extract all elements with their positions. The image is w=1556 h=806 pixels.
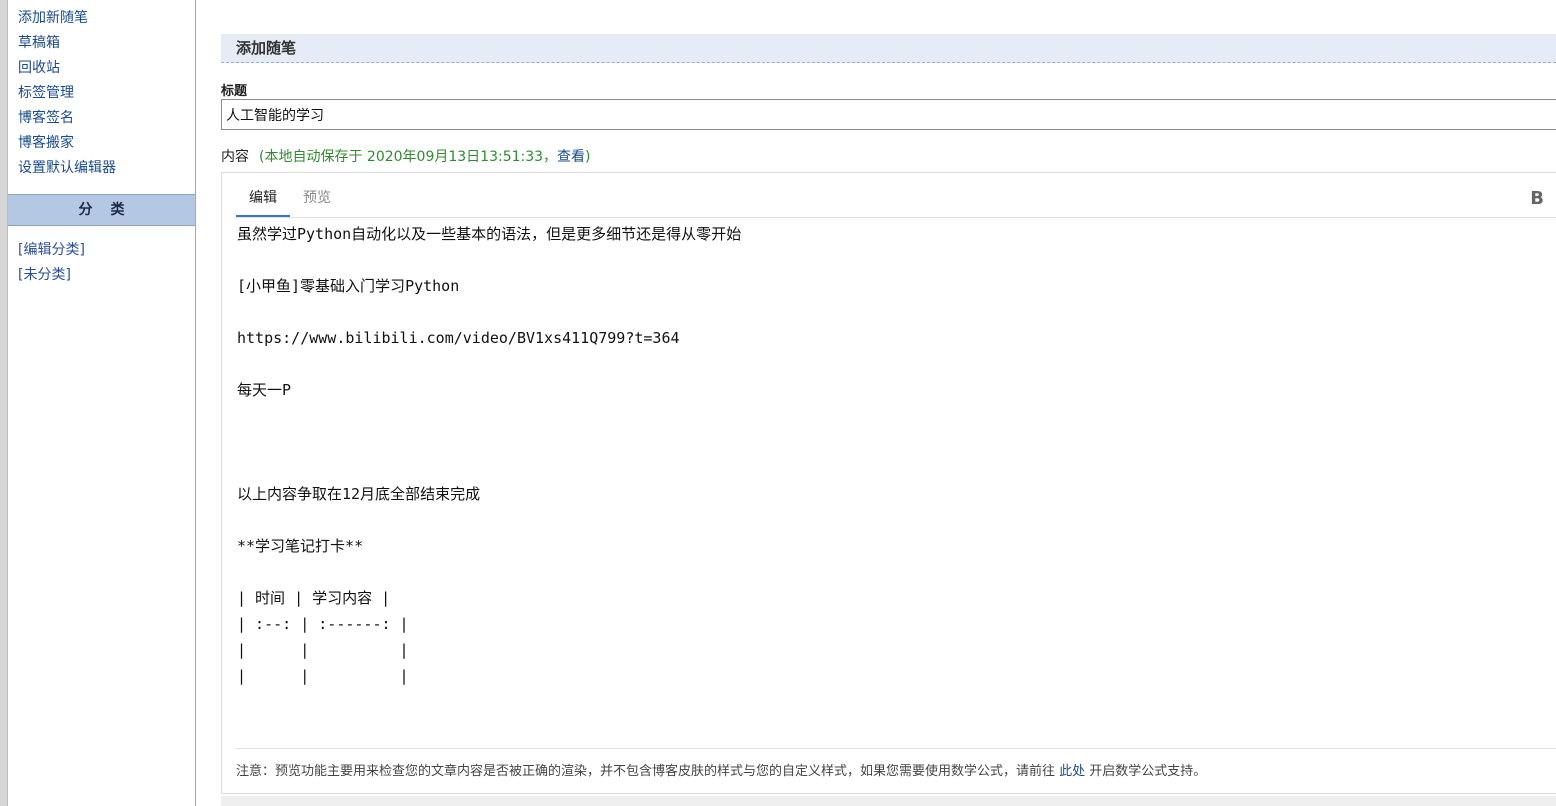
editor-textarea[interactable]: 虽然学过Python自动化以及一些基本的语法，但是更多细节还是得从零开始 [小甲… <box>237 221 741 689</box>
sidebar-item-add-post: 添加新随笔 <box>18 6 195 31</box>
sidebar-link-tag-management[interactable]: 标签管理 <box>18 85 74 101</box>
sidebar-nav: 添加新随笔 草稿箱 回收站 标签管理 博客签名 博客搬家 设置默认编辑器 <box>8 0 195 181</box>
sidebar-item-drafts: 草稿箱 <box>18 31 195 56</box>
category-list: [编辑分类] [未分类] <box>18 238 85 288</box>
preview-note: 注意：预览功能主要用来检查您的文章内容是否被正确的渲染，并不包含博客皮肤的样式与… <box>236 760 1206 779</box>
category-header: 分类 <box>8 194 195 226</box>
sidebar-link-drafts[interactable]: 草稿箱 <box>18 35 60 51</box>
sidebar-link-add-post[interactable]: 添加新随笔 <box>18 10 88 26</box>
markdown-editor: 编辑 预览 B 虽然学过Python自动化以及一些基本的语法，但是更多细节还是得从… <box>221 172 1556 794</box>
edit-categories-link[interactable]: [编辑分类] <box>18 242 85 258</box>
tab-divider <box>236 217 1556 218</box>
sidebar-link-blog-migration[interactable]: 博客搬家 <box>18 135 74 151</box>
sidebar-item-default-editor: 设置默认编辑器 <box>18 156 195 181</box>
content-label-row: 内容 (本地自动保存于 2020年09月13日13:51:33，查看) <box>221 146 591 166</box>
preview-note-suffix: 开启数学公式支持。 <box>1085 764 1207 779</box>
sidebar-item-blog-migration: 博客搬家 <box>18 131 195 156</box>
tab-preview[interactable]: 预览 <box>290 183 344 215</box>
blog-admin-page: 添加新随笔 草稿箱 回收站 标签管理 博客签名 博客搬家 设置默认编辑器 分类 … <box>0 0 1556 806</box>
tab-edit[interactable]: 编辑 <box>236 183 290 217</box>
left-scroll-strip <box>0 0 8 806</box>
note-divider <box>236 748 1556 749</box>
page-title: 添加随笔 <box>221 34 1556 63</box>
editor-tabs: 编辑 预览 <box>236 183 344 217</box>
math-support-link[interactable]: 此处 <box>1059 764 1085 779</box>
sidebar-item-recycle-bin: 回收站 <box>18 56 195 81</box>
autosave-close-paren: ) <box>585 149 591 165</box>
content-label: 内容 <box>221 149 249 165</box>
autosave-status: (本地自动保存于 2020年09月13日13:51:33，查看) <box>259 149 591 165</box>
sidebar: 添加新随笔 草稿箱 回收站 标签管理 博客签名 博客搬家 设置默认编辑器 分类 … <box>8 0 196 806</box>
title-input[interactable] <box>221 99 1556 130</box>
uncategorized-link[interactable]: [未分类] <box>18 267 71 283</box>
category-item-edit: [编辑分类] <box>18 238 85 263</box>
sidebar-item-tag-management: 标签管理 <box>18 81 195 106</box>
view-autosave-link[interactable]: 查看 <box>557 149 585 165</box>
autosave-text: (本地自动保存于 2020年09月13日13:51:33， <box>259 149 558 165</box>
sidebar-item-blog-signature: 博客签名 <box>18 106 195 131</box>
title-label: 标题 <box>221 84 248 99</box>
sidebar-link-default-editor[interactable]: 设置默认编辑器 <box>18 160 116 176</box>
sidebar-link-blog-signature[interactable]: 博客签名 <box>18 110 74 126</box>
bold-button[interactable]: B <box>1530 188 1544 209</box>
preview-note-text: 注意：预览功能主要用来检查您的文章内容是否被正确的渲染，并不包含博客皮肤的样式与… <box>236 764 1060 779</box>
bottom-strip <box>221 796 1556 806</box>
category-item-uncategorized: [未分类] <box>18 263 85 288</box>
main-panel: 添加随笔 标题 内容 (本地自动保存于 2020年09月13日13:51:33，查… <box>221 0 1556 806</box>
sidebar-link-recycle-bin[interactable]: 回收站 <box>18 60 60 76</box>
